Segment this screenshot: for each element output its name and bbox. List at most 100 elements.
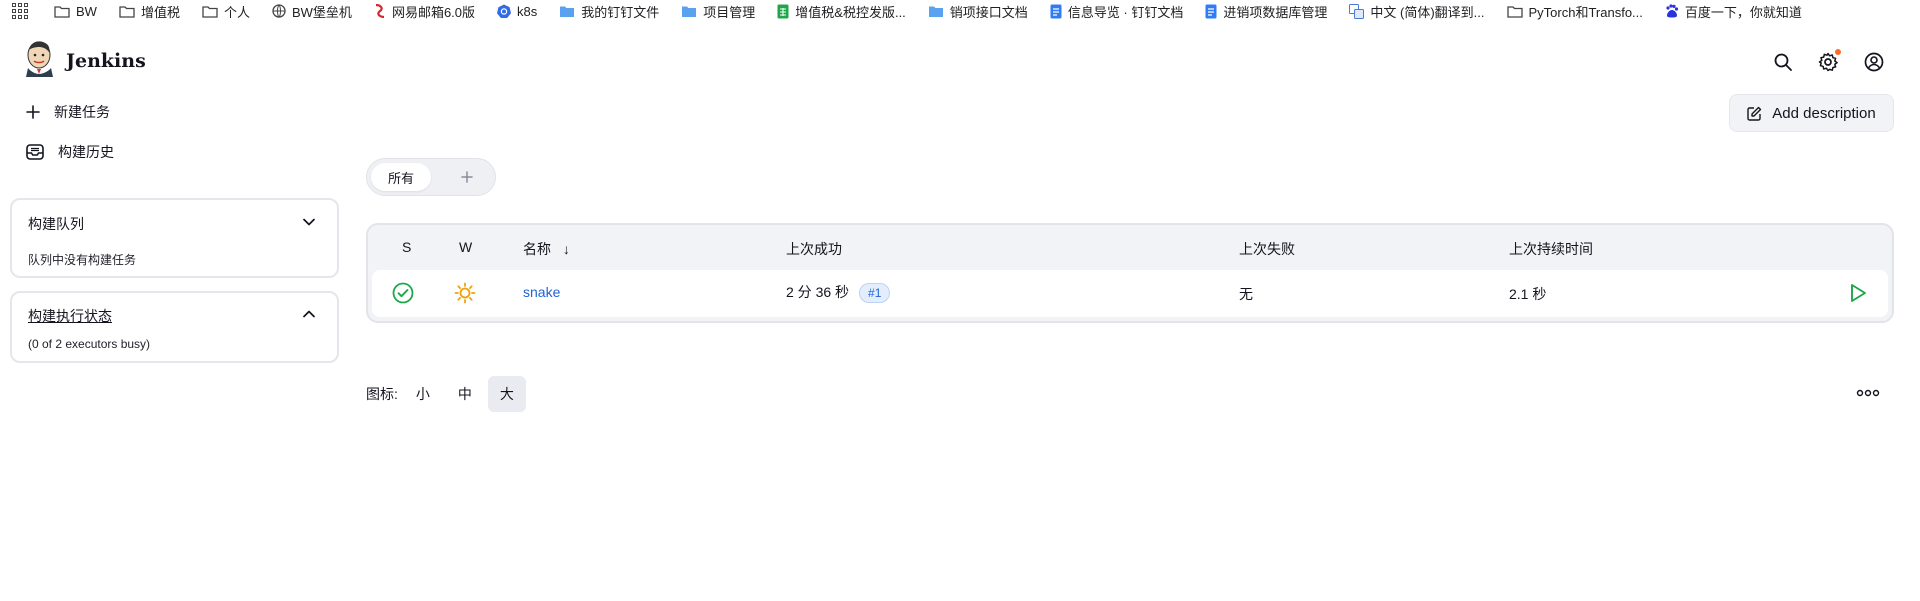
column-header-last-success[interactable]: 上次成功: [786, 239, 842, 259]
translate-icon: [1349, 3, 1365, 19]
bookmark-label: 项目管理: [703, 4, 756, 20]
icon-size-large[interactable]: 大: [487, 376, 526, 412]
gear-icon: [1818, 52, 1838, 72]
bookmark-db-mgmt[interactable]: 进销项数据库管理: [1205, 2, 1327, 21]
table-row: snake 2 分 36 秒 #1 无 2.1 秒: [372, 270, 1888, 317]
sidebar-task-label: 构建历史: [58, 144, 114, 160]
tab-all[interactable]: 所有: [371, 163, 431, 191]
more-options-button[interactable]: [1854, 383, 1882, 403]
bookmark-translate[interactable]: 中文 (简体)翻译到...: [1349, 2, 1485, 21]
brand-name[interactable]: Jenkins: [66, 50, 146, 72]
icon-size-medium[interactable]: 中: [446, 376, 484, 412]
bookmark-label: BW堡垒机: [291, 4, 352, 20]
user-circle-icon: [1864, 52, 1884, 72]
bookmark-project-mgmt[interactable]: 项目管理: [681, 2, 755, 21]
bookmark-label: 增值税&税控发版...: [795, 4, 906, 20]
play-icon[interactable]: [1848, 282, 1868, 304]
bookmarks-bar: BW 增值税 个人 BW堡垒机 网易邮箱6.0版 k8s 我的钉钉文件 项目管理…: [0, 0, 1920, 22]
sort-arrow-icon: ↓: [562, 241, 570, 257]
executor-status-title[interactable]: 构建执行状态: [28, 306, 112, 326]
inbox-icon: [26, 144, 44, 160]
chevron-up-icon[interactable]: [303, 310, 315, 318]
bookmark-netease-mail[interactable]: 网易邮箱6.0版: [374, 2, 475, 21]
last-failure-cell: 无: [1239, 286, 1253, 302]
bookmark-label: 网易邮箱6.0版: [391, 4, 476, 20]
notification-dot: [1835, 49, 1841, 55]
folder-icon: [560, 6, 575, 17]
edit-icon: [1747, 106, 1762, 121]
build-number-badge[interactable]: #1: [859, 283, 891, 304]
last-success-cell: 2 分 36 秒 #1: [786, 282, 891, 304]
bookmark-label: 销项接口文档: [949, 4, 1028, 20]
job-name-link[interactable]: snake: [523, 284, 560, 300]
bookmark-label: 个人: [223, 4, 250, 20]
build-queue-panel: 构建队列 队列中没有构建任务: [10, 198, 339, 278]
bookmark-label: BW: [76, 3, 97, 19]
bookmark-personal[interactable]: 个人: [202, 2, 250, 21]
new-view-button[interactable]: [453, 163, 481, 191]
baidu-icon: [1666, 4, 1678, 18]
plus-icon: [461, 171, 473, 183]
bookmark-label: 增值税: [140, 4, 180, 20]
sidebar-task-build-history[interactable]: 构建历史: [26, 137, 114, 167]
executor-status-panel: 构建执行状态 (0 of 2 executors busy): [10, 291, 339, 363]
bookmark-label: 中文 (简体)翻译到...: [1370, 4, 1485, 20]
icon-size-small[interactable]: 小: [404, 376, 442, 412]
bookmark-bw[interactable]: BW: [54, 4, 97, 19]
add-description-label: Add description: [1772, 104, 1876, 122]
column-header-name-label: 名称: [523, 241, 551, 257]
build-queue-empty-text: 队列中没有构建任务: [28, 253, 137, 267]
bookmark-vat-release[interactable]: 增值税&税控发版...: [777, 2, 906, 21]
bookmark-sales-api-docs[interactable]: 销项接口文档: [928, 2, 1028, 21]
page-header: Jenkins: [0, 30, 1920, 94]
folder-icon: [1506, 5, 1523, 18]
column-header-status[interactable]: S: [402, 239, 411, 255]
last-duration-cell: 2.1 秒: [1509, 286, 1547, 302]
sidebar-task-label: 新建任务: [54, 104, 110, 120]
bookmark-label: PyTorch和Transfo...: [1528, 4, 1643, 20]
build-queue-title: 构建队列: [28, 216, 84, 232]
bookmark-label: 我的钉钉文件: [581, 4, 660, 20]
doc-icon: [1050, 4, 1062, 18]
apps-grid-icon[interactable]: [12, 3, 28, 19]
netease-mail-icon: [375, 4, 385, 18]
globe-icon: [272, 4, 286, 18]
bookmark-label: k8s: [517, 3, 538, 19]
kubernetes-icon: [497, 4, 512, 18]
column-header-last-failure[interactable]: 上次失败: [1239, 239, 1295, 259]
bookmark-info-guide[interactable]: 信息导览 · 钉钉文档: [1050, 2, 1183, 21]
sheet-icon: [777, 4, 789, 18]
search-icon: [1774, 53, 1792, 71]
projects-table: S W 名称 ↓ 上次成功 上次失败 上次持续时间 snake 2 分 36 秒…: [366, 223, 1894, 323]
more-horizontal-icon: [1856, 389, 1880, 397]
search-button[interactable]: [1767, 46, 1799, 78]
folder-icon: [54, 5, 70, 18]
view-tabs: 所有: [366, 158, 496, 196]
sidebar-task-new-item[interactable]: 新建任务: [26, 97, 110, 127]
bookmark-baidu[interactable]: 百度一下，你就知道: [1665, 2, 1802, 21]
bookmark-k8s[interactable]: k8s: [497, 4, 537, 19]
sunny-weather-icon[interactable]: [454, 282, 476, 304]
success-status-icon[interactable]: [392, 282, 414, 304]
bookmark-pytorch[interactable]: PyTorch和Transfo...: [1506, 2, 1643, 21]
chevron-down-icon[interactable]: [303, 218, 315, 226]
user-account-button[interactable]: [1858, 46, 1890, 78]
bookmark-dingtalk-files[interactable]: 我的钉钉文件: [559, 2, 659, 21]
column-header-weather[interactable]: W: [459, 239, 472, 255]
icon-size-label: 图标:: [366, 386, 398, 402]
folder-icon: [928, 6, 943, 17]
plus-icon: [26, 105, 40, 119]
add-description-button[interactable]: Add description: [1729, 94, 1894, 132]
jenkins-logo-icon[interactable]: [24, 40, 56, 78]
folder-icon: [682, 6, 697, 17]
column-header-name[interactable]: 名称 ↓: [523, 239, 570, 259]
bookmark-label: 百度一下，你就知道: [1684, 4, 1802, 20]
folder-icon: [119, 5, 135, 18]
bookmark-vat[interactable]: 增值税: [119, 2, 180, 21]
last-success-time: 2 分 36 秒: [786, 284, 850, 300]
column-header-last-duration[interactable]: 上次持续时间: [1509, 239, 1593, 259]
bookmark-bastion[interactable]: BW堡垒机: [272, 2, 352, 21]
manage-jenkins-button[interactable]: [1812, 46, 1844, 78]
folder-icon: [202, 5, 218, 18]
executor-status-summary: (0 of 2 executors busy): [28, 337, 151, 351]
